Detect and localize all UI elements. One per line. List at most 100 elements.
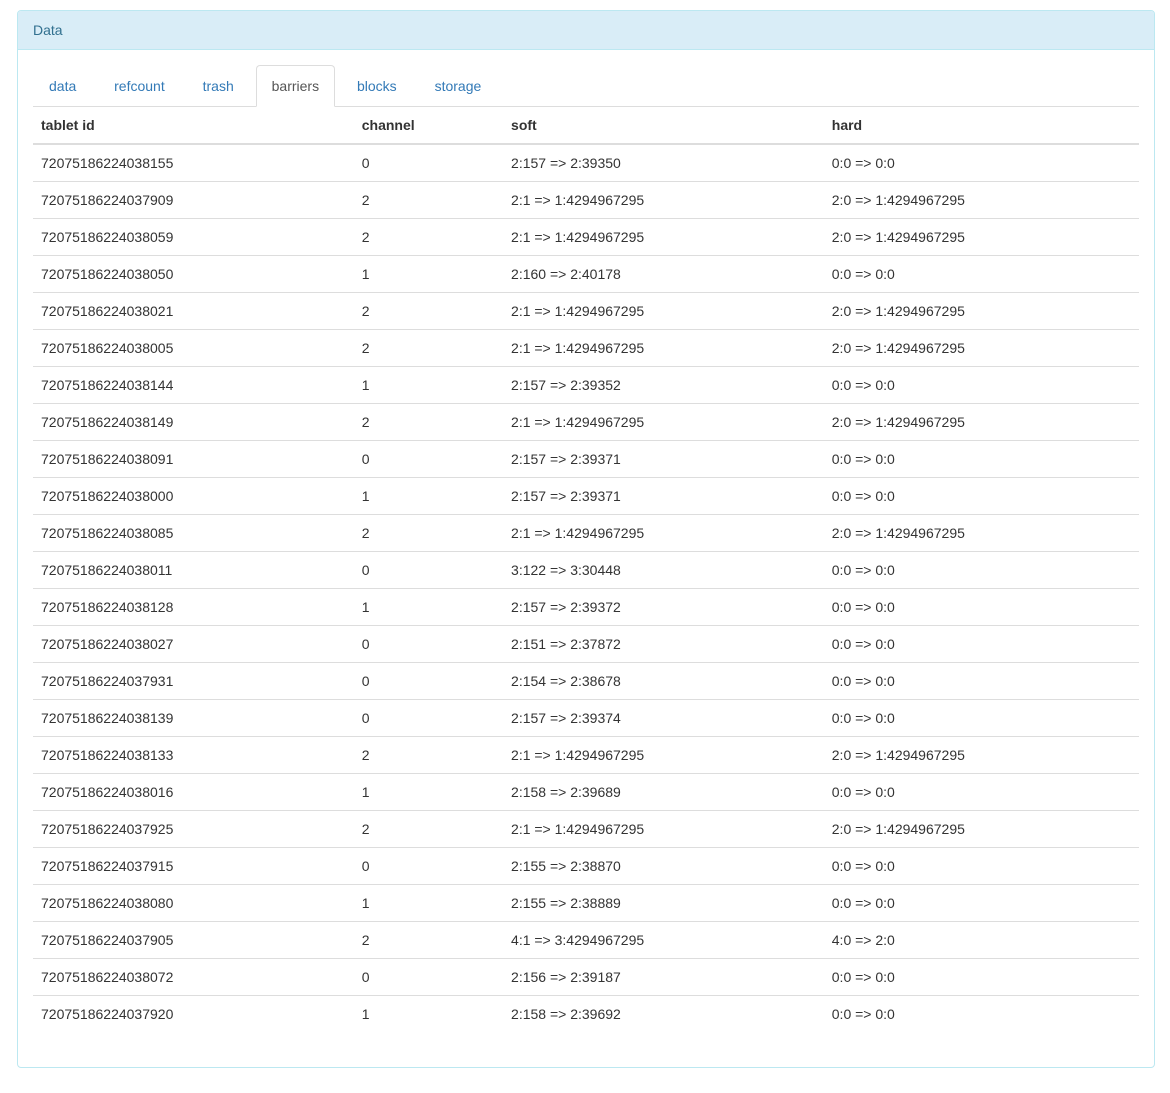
cell-soft: 2:1 => 1:4294967295 [503,515,824,552]
cell-tablet-id: 72075186224037920 [33,996,354,1033]
cell-tablet-id: 72075186224038085 [33,515,354,552]
cell-hard: 0:0 => 0:0 [824,885,1139,922]
cell-soft: 2:157 => 2:39372 [503,589,824,626]
column-header-hard: hard [824,107,1139,144]
cell-channel: 2 [354,737,503,774]
table-row: 72075186224038059 2 2:1 => 1:4294967295 … [33,219,1139,256]
cell-tablet-id: 72075186224038021 [33,293,354,330]
cell-soft: 2:157 => 2:39350 [503,144,824,182]
column-header-channel: channel [354,107,503,144]
cell-tablet-id: 72075186224037915 [33,848,354,885]
tab-barriers[interactable]: barriers [256,65,335,107]
cell-channel: 2 [354,811,503,848]
cell-soft: 2:151 => 2:37872 [503,626,824,663]
cell-soft: 2:158 => 2:39692 [503,996,824,1033]
cell-hard: 0:0 => 0:0 [824,959,1139,996]
table-head: tablet id channel soft hard [33,107,1139,144]
cell-channel: 2 [354,219,503,256]
cell-hard: 4:0 => 2:0 [824,922,1139,959]
cell-hard: 0:0 => 0:0 [824,848,1139,885]
cell-soft: 2:156 => 2:39187 [503,959,824,996]
cell-soft: 2:158 => 2:39689 [503,774,824,811]
table-row: 72075186224038072 0 2:156 => 2:39187 0:0… [33,959,1139,996]
cell-hard: 2:0 => 1:4294967295 [824,219,1139,256]
tab-item-data: data [33,65,92,107]
cell-tablet-id: 72075186224038133 [33,737,354,774]
panel-body: data refcount trash barriers blocks stor… [18,50,1154,1067]
cell-channel: 2 [354,515,503,552]
cell-channel: 0 [354,848,503,885]
cell-hard: 2:0 => 1:4294967295 [824,293,1139,330]
cell-tablet-id: 72075186224038149 [33,404,354,441]
cell-channel: 1 [354,589,503,626]
cell-soft: 2:155 => 2:38870 [503,848,824,885]
cell-soft: 2:157 => 2:39374 [503,700,824,737]
cell-tablet-id: 72075186224038000 [33,478,354,515]
tab-blocks[interactable]: blocks [341,65,413,107]
table-row: 72075186224038011 0 3:122 => 3:30448 0:0… [33,552,1139,589]
cell-tablet-id: 72075186224037909 [33,182,354,219]
table-row: 72075186224038155 0 2:157 => 2:39350 0:0… [33,144,1139,182]
cell-channel: 0 [354,552,503,589]
cell-channel: 0 [354,626,503,663]
cell-tablet-id: 72075186224038072 [33,959,354,996]
tab-item-blocks: blocks [341,65,413,107]
cell-tablet-id: 72075186224038027 [33,626,354,663]
cell-soft: 2:157 => 2:39352 [503,367,824,404]
cell-tablet-id: 72075186224038080 [33,885,354,922]
cell-soft: 3:122 => 3:30448 [503,552,824,589]
page: Data data refcount trash barriers blocks [0,10,1170,1093]
tab-storage[interactable]: storage [419,65,498,107]
tab-item-trash: trash [187,65,250,107]
cell-channel: 0 [354,959,503,996]
cell-tablet-id: 72075186224038050 [33,256,354,293]
table-row: 72075186224038149 2 2:1 => 1:4294967295 … [33,404,1139,441]
panel-title: Data [33,20,1139,40]
cell-tablet-id: 72075186224038155 [33,144,354,182]
cell-soft: 4:1 => 3:4294967295 [503,922,824,959]
cell-soft: 2:160 => 2:40178 [503,256,824,293]
cell-channel: 1 [354,367,503,404]
column-header-soft: soft [503,107,824,144]
cell-soft: 2:1 => 1:4294967295 [503,404,824,441]
tab-refcount[interactable]: refcount [98,65,181,107]
table-row: 72075186224038080 1 2:155 => 2:38889 0:0… [33,885,1139,922]
table-row: 72075186224038091 0 2:157 => 2:39371 0:0… [33,441,1139,478]
table-row: 72075186224038050 1 2:160 => 2:40178 0:0… [33,256,1139,293]
cell-hard: 0:0 => 0:0 [824,367,1139,404]
cell-tablet-id: 72075186224038005 [33,330,354,367]
tab-bar: data refcount trash barriers blocks stor… [33,65,1139,107]
cell-tablet-id: 72075186224038144 [33,367,354,404]
cell-channel: 0 [354,144,503,182]
cell-soft: 2:155 => 2:38889 [503,885,824,922]
table-body: 72075186224038155 0 2:157 => 2:39350 0:0… [33,144,1139,1032]
cell-soft: 2:1 => 1:4294967295 [503,182,824,219]
tab-trash[interactable]: trash [187,65,250,107]
cell-soft: 2:1 => 1:4294967295 [503,293,824,330]
cell-soft: 2:154 => 2:38678 [503,663,824,700]
cell-hard: 0:0 => 0:0 [824,256,1139,293]
cell-hard: 0:0 => 0:0 [824,589,1139,626]
cell-hard: 0:0 => 0:0 [824,663,1139,700]
barriers-table: tablet id channel soft hard 720751862240… [33,107,1139,1032]
table-row: 72075186224037931 0 2:154 => 2:38678 0:0… [33,663,1139,700]
cell-soft: 2:1 => 1:4294967295 [503,737,824,774]
cell-tablet-id: 72075186224038091 [33,441,354,478]
table-row: 72075186224038085 2 2:1 => 1:4294967295 … [33,515,1139,552]
cell-tablet-id: 72075186224038011 [33,552,354,589]
cell-channel: 2 [354,293,503,330]
tab-item-refcount: refcount [98,65,181,107]
cell-tablet-id: 72075186224038128 [33,589,354,626]
table-row: 72075186224038139 0 2:157 => 2:39374 0:0… [33,700,1139,737]
table-row: 72075186224038000 1 2:157 => 2:39371 0:0… [33,478,1139,515]
cell-hard: 0:0 => 0:0 [824,700,1139,737]
cell-hard: 0:0 => 0:0 [824,996,1139,1033]
panel-heading: Data [18,11,1154,50]
tab-data[interactable]: data [33,65,92,107]
cell-tablet-id: 72075186224037905 [33,922,354,959]
data-panel: Data data refcount trash barriers blocks [17,10,1155,1068]
cell-tablet-id: 72075186224038139 [33,700,354,737]
table-row: 72075186224038016 1 2:158 => 2:39689 0:0… [33,774,1139,811]
table-header-row: tablet id channel soft hard [33,107,1139,144]
cell-hard: 0:0 => 0:0 [824,441,1139,478]
